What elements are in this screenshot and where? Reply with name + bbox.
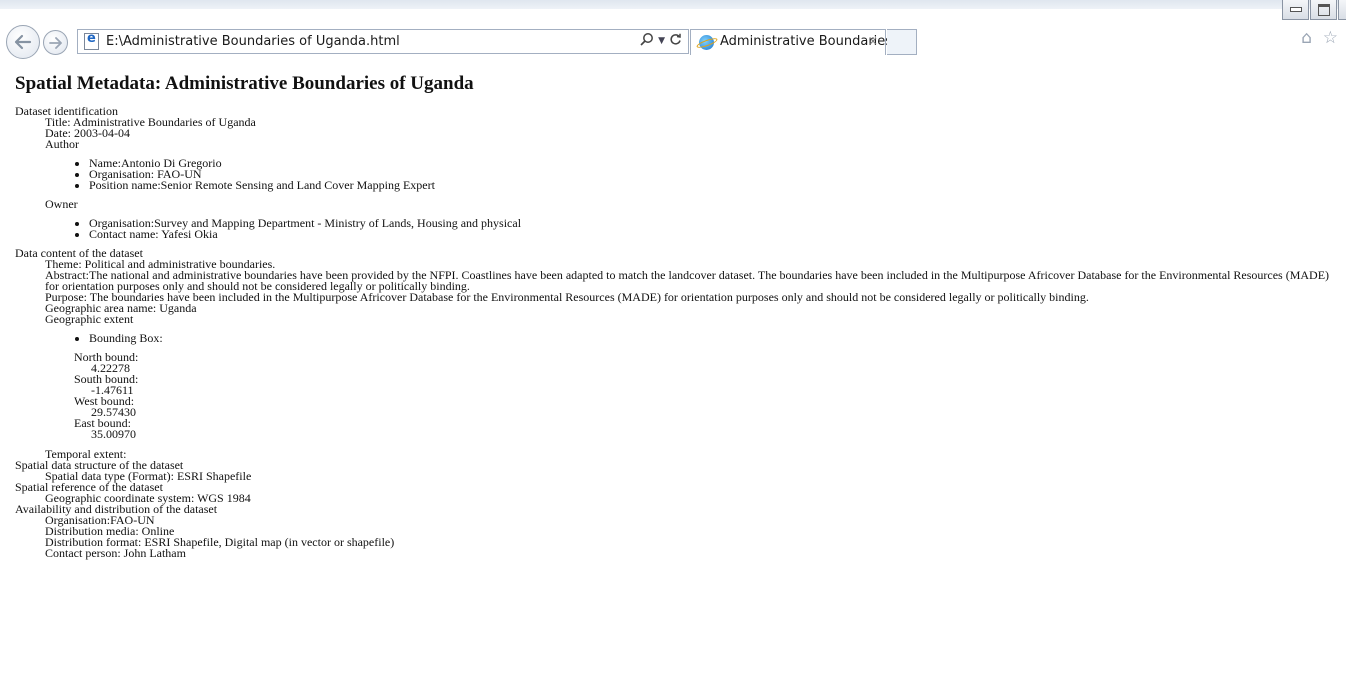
east-label: East bound:: [74, 416, 131, 430]
ie-logo-icon: [699, 35, 714, 50]
south-value: -1.47611: [91, 383, 134, 397]
address-tools: ▼: [640, 32, 682, 50]
list-item: Position name:Senior Remote Sensing and …: [89, 179, 1346, 191]
tab-close-icon[interactable]: ×: [868, 34, 878, 48]
data-type: Spatial data type (Format): ESRI Shapefi…: [45, 469, 252, 483]
author-list: Name:Antonio Di Gregorio Organisation: F…: [15, 157, 1346, 191]
west-value: 29.57430: [91, 405, 136, 419]
favorites-star-icon[interactable]: ☆: [1323, 28, 1338, 48]
section-header: Availability and distribution of the dat…: [15, 502, 218, 516]
owner-label: Owner: [45, 197, 78, 211]
section-availability: Availability and distribution of the dat…: [15, 502, 1346, 560]
page-content: Spatial Metadata: Administrative Boundar…: [15, 73, 1346, 560]
dropdown-arrow-icon[interactable]: ▼: [658, 36, 665, 46]
list-item: Bounding Box:: [89, 332, 1346, 344]
home-icon[interactable]: ⌂: [1301, 28, 1312, 48]
window-controls: [1282, 0, 1346, 20]
browser-chrome: E:\Administrative Boundaries of Uganda.h…: [0, 0, 1346, 64]
extent-list: Bounding Box:: [15, 332, 1346, 344]
back-button[interactable]: [6, 25, 40, 59]
dataset-title: Title: Administrative Boundaries of Ugan…: [45, 115, 256, 129]
list-item: Organisation:Survey and Mapping Departme…: [89, 217, 1346, 229]
tab-active[interactable]: Administrative Boundaries ... ×: [690, 29, 909, 55]
abstract-text: Abstract:The national and administrative…: [45, 268, 1330, 293]
forward-button[interactable]: [43, 30, 68, 55]
section-content: Data content of the dataset Theme: Polit…: [15, 247, 1346, 461]
north-label: North bound:: [74, 350, 139, 364]
url-text[interactable]: E:\Administrative Boundaries of Uganda.h…: [106, 34, 400, 49]
dataset-date: Date: 2003-04-04: [45, 126, 130, 140]
east-value: 35.00970: [91, 427, 136, 441]
back-arrow-icon: [14, 34, 32, 50]
maximize-button[interactable]: [1310, 0, 1337, 20]
purpose-text: Purpose: The boundaries have been includ…: [45, 290, 1089, 304]
distribution-format: Distribution format: ESRI Shapefile, Dig…: [45, 535, 395, 549]
list-item: Name:Antonio Di Gregorio: [89, 157, 1346, 169]
section-reference: Spatial reference of the dataset Geograp…: [15, 481, 1346, 504]
organisation: Organisation:FAO-UN: [45, 513, 155, 527]
area-name: Geographic area name: Uganda: [45, 301, 197, 315]
refresh-icon[interactable]: [669, 32, 682, 50]
north-value: 4.22278: [91, 361, 130, 375]
new-tab-button[interactable]: [887, 29, 917, 55]
author-label: Author: [45, 137, 79, 151]
section-structure: Spatial data structure of the dataset Sp…: [15, 459, 1346, 483]
minimize-button[interactable]: [1282, 0, 1309, 20]
contact-person: Contact person: John Latham: [45, 546, 186, 560]
temporal-extent: Temporal extent:: [45, 447, 127, 461]
section-identification: Dataset identification Title: Administra…: [15, 105, 1346, 240]
owner-list: Organisation:Survey and Mapping Departme…: [15, 217, 1346, 240]
search-icon[interactable]: [640, 32, 654, 50]
forward-arrow-icon: [49, 36, 62, 49]
title-bar: [0, 0, 1346, 9]
extent-label: Geographic extent: [45, 312, 134, 326]
page-icon: [84, 31, 99, 50]
list-item: Contact name: Yafesi Okia: [89, 228, 1346, 240]
close-window-button[interactable]: [1338, 0, 1346, 20]
navigation-bar: E:\Administrative Boundaries of Uganda.h…: [0, 24, 1346, 59]
south-label: South bound:: [74, 372, 139, 386]
west-label: West bound:: [74, 394, 135, 408]
page-title: Spatial Metadata: Administrative Boundar…: [15, 73, 474, 94]
tab-label: Administrative Boundaries ...: [720, 34, 909, 49]
address-bar[interactable]: E:\Administrative Boundaries of Uganda.h…: [77, 29, 689, 54]
